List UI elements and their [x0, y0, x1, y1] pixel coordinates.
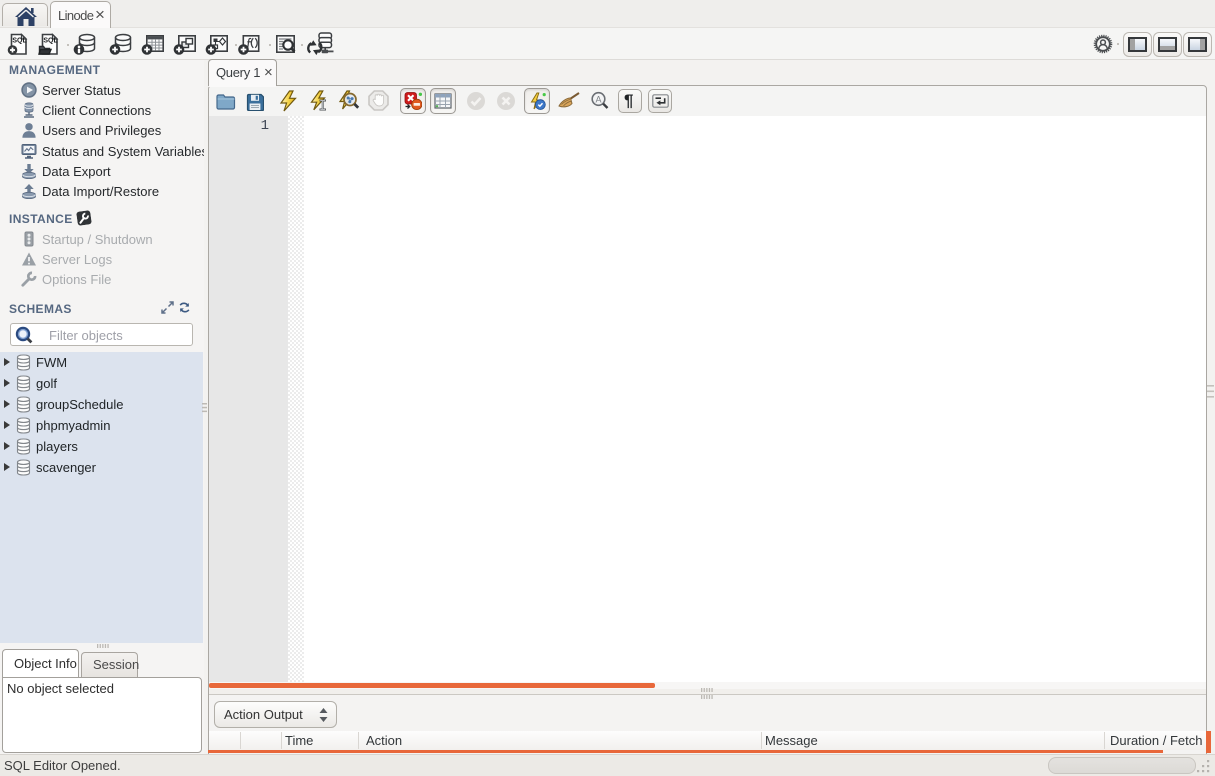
svg-text:A: A — [596, 95, 602, 105]
svg-text:SQL: SQL — [12, 38, 27, 45]
svg-text:SQL: SQL — [43, 38, 58, 45]
